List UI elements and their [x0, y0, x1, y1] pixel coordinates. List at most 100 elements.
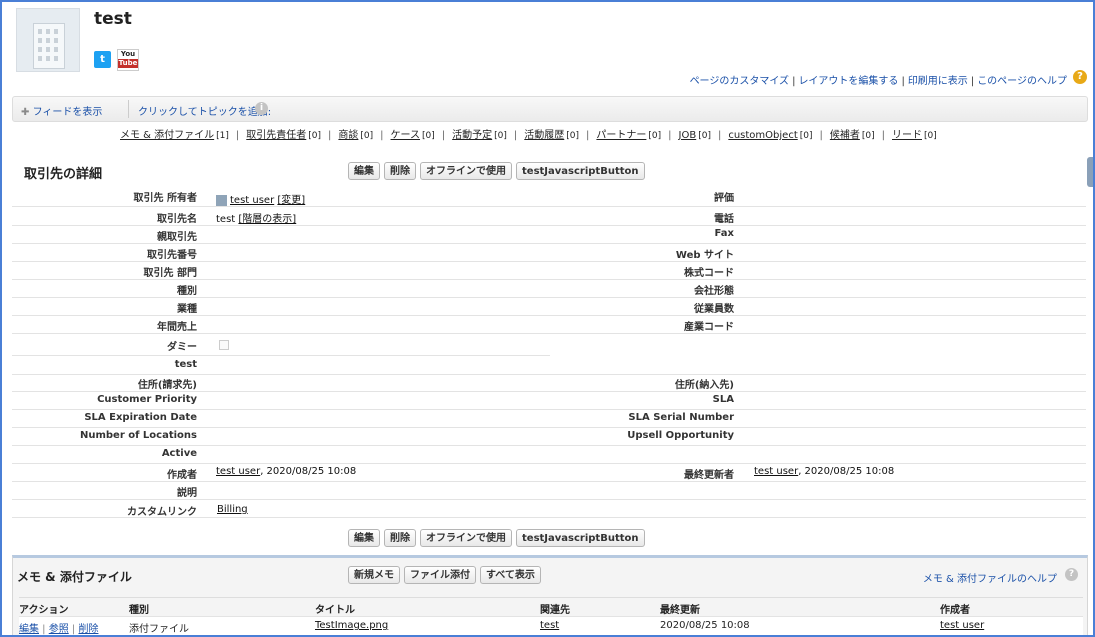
column-header[interactable]: 作成者	[940, 601, 970, 616]
created-by-link[interactable]: test user	[216, 466, 260, 477]
edit-button[interactable]: 編集	[348, 162, 380, 180]
attach-file-button[interactable]: ファイル添付	[404, 566, 476, 584]
field-row	[550, 297, 1086, 316]
related-link-cases[interactable]: ケース	[391, 130, 421, 141]
sic-code-label: 産業コード	[684, 322, 734, 333]
show-feed-button[interactable]: ✚ フィードを表示	[21, 103, 102, 118]
feed-divider	[128, 100, 129, 118]
edit-layout-link[interactable]: レイアウトを編集する	[798, 76, 898, 87]
field-row	[12, 391, 550, 410]
related-link-contacts[interactable]: 取引先責任者	[246, 130, 306, 141]
custom-link-value: Billing	[217, 504, 248, 515]
row-edit-link[interactable]: 編集	[19, 624, 39, 635]
billing-address-label: 住所(請求先)	[137, 380, 197, 391]
test-javascript-button[interactable]: testJavascriptButton	[516, 529, 645, 547]
row-delete-link[interactable]: 削除	[78, 624, 98, 635]
notes-help-link[interactable]: メモ & 添付ファイルのヘルプ	[923, 570, 1057, 585]
related-link-partners[interactable]: パートナー	[596, 130, 646, 141]
view-hierarchy-link[interactable]: [階層の表示]	[238, 214, 296, 225]
field-row	[12, 261, 550, 280]
last-modified-link[interactable]: test user	[754, 466, 798, 477]
youtube-icon[interactable]: You Tube	[117, 49, 139, 71]
shipping-address-label: 住所(納入先)	[674, 380, 734, 391]
edit-button[interactable]: 編集	[348, 529, 380, 547]
sla-label: SLA	[712, 394, 734, 405]
related-link-customobject[interactable]: customObject	[728, 130, 797, 141]
user-icon	[216, 194, 227, 206]
row-creator-link[interactable]: test user	[940, 620, 984, 631]
change-owner-link[interactable]: [変更]	[277, 195, 305, 206]
modified-date: , 2020/08/25 10:08	[798, 466, 895, 477]
offline-button[interactable]: オフラインで使用	[420, 529, 512, 547]
field-row	[550, 315, 1086, 334]
info-icon[interactable]: i	[255, 102, 268, 115]
column-header[interactable]: 最終更新	[660, 601, 700, 616]
related-link-activity-history[interactable]: 活動履歴	[524, 130, 564, 141]
fax-label: Fax	[714, 228, 734, 239]
column-header[interactable]: タイトル	[315, 601, 355, 616]
billing-link[interactable]: Billing	[217, 504, 248, 515]
phone-label: 電話	[714, 214, 734, 225]
ticker-label: 株式コード	[684, 268, 734, 279]
related-link-opportunities[interactable]: 商談	[338, 130, 358, 141]
field-row	[550, 445, 1086, 464]
field-row	[550, 243, 1086, 262]
related-count: [0]	[494, 131, 507, 141]
field-row	[12, 279, 550, 298]
related-count: [0]	[308, 131, 322, 141]
page-help-link[interactable]: このページのヘルプ	[977, 76, 1067, 87]
ownership-label: 会社形態	[694, 286, 734, 297]
detail-section-title: 取引先の詳細	[24, 167, 103, 182]
scroll-handle[interactable]	[1087, 157, 1093, 187]
offline-button[interactable]: オフラインで使用	[420, 162, 512, 180]
delete-button[interactable]: 削除	[384, 162, 416, 180]
account-name-label: 取引先名	[157, 214, 197, 225]
related-count: [0]	[861, 131, 875, 141]
field-row	[12, 373, 550, 392]
related-link-candidates[interactable]: 候補者	[830, 130, 860, 141]
column-header: アクション	[19, 605, 69, 616]
row-actions: 編集 | 参照 | 削除	[19, 624, 99, 635]
row-related-link[interactable]: test	[540, 620, 559, 631]
table-header: アクション 種別 タイトル 関連先 最終更新 作成者	[19, 597, 1083, 616]
customize-page-link[interactable]: ページのカスタマイズ	[690, 76, 790, 87]
row-title: TestImage.png	[315, 620, 388, 631]
rating-label: 評価	[714, 193, 734, 204]
related-link-leads[interactable]: リード	[892, 130, 922, 141]
detail-toolbar-top: 編集 削除 オフラインで使用 testJavascriptButton	[348, 162, 645, 180]
dummy-checkbox	[219, 340, 229, 350]
add-topic-link[interactable]: クリックしてトピックを追加:	[138, 103, 271, 118]
printable-view-link[interactable]: 印刷用に表示	[908, 76, 968, 87]
related-count: [0]	[799, 131, 813, 141]
help-icon[interactable]: ?	[1065, 568, 1078, 581]
number-of-locations-label: Number of Locations	[79, 430, 197, 441]
notes-section-title: メモ & 添付ファイル	[17, 570, 132, 584]
row-view-link[interactable]: 参照	[49, 624, 69, 635]
related-link-open-activities[interactable]: 活動予定	[452, 130, 492, 141]
related-link-notes[interactable]: メモ & 添付ファイル	[120, 130, 214, 141]
field-row	[550, 207, 1086, 226]
row-title-link[interactable]: TestImage.png	[315, 620, 388, 631]
row-related: test	[540, 620, 559, 631]
website-label: Web サイト	[675, 250, 734, 261]
related-count: [1]	[216, 131, 229, 141]
account-number-label: 取引先番号	[147, 250, 197, 261]
annual-revenue-label: 年間売上	[157, 322, 197, 333]
twitter-icon[interactable]: t	[94, 51, 111, 68]
last-modified-label: 最終更新者	[684, 470, 734, 481]
test-javascript-button[interactable]: testJavascriptButton	[516, 162, 645, 180]
related-list-links: メモ & 添付ファイル [1] | 取引先責任者 [0] | 商談 [0] | ケース [0] | 活動…	[120, 130, 937, 141]
view-all-button[interactable]: すべて表示	[480, 566, 541, 584]
help-icon[interactable]: ?	[1073, 70, 1087, 84]
field-row	[550, 225, 1086, 244]
owner-link[interactable]: test user	[230, 195, 274, 206]
related-link-job[interactable]: JOB	[679, 130, 697, 141]
related-count: [0]	[924, 131, 937, 141]
column-header[interactable]: 関連先	[540, 601, 570, 616]
new-note-button[interactable]: 新規メモ	[348, 566, 400, 584]
delete-button[interactable]: 削除	[384, 529, 416, 547]
column-header: 種別	[129, 605, 149, 616]
field-row	[550, 373, 1086, 392]
page-tools-links: ページのカスタマイズ | レイアウトを編集する | 印刷用に表示 | このページのヘルプ	[689, 76, 1067, 87]
field-row	[550, 391, 1086, 410]
